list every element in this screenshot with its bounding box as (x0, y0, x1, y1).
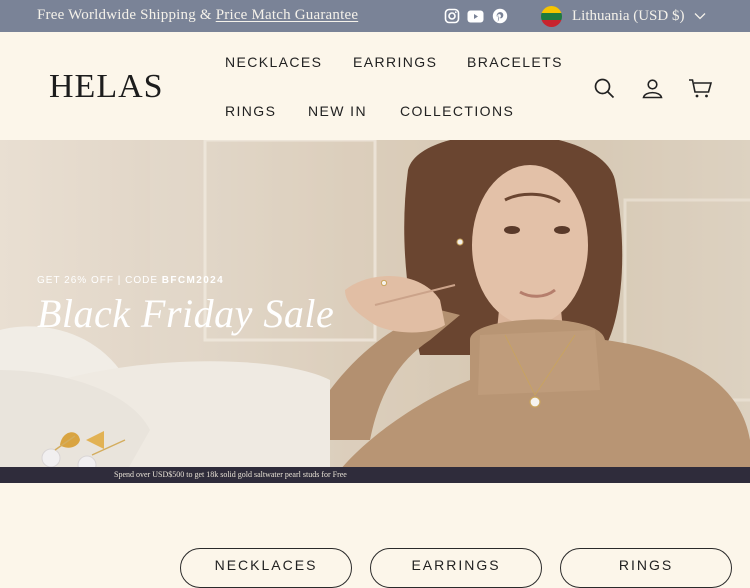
announcement-bar: Free Worldwide Shipping & Price Match Gu… (0, 0, 750, 32)
nav-new-in[interactable]: NEW IN (308, 103, 367, 119)
category-pill-rings[interactable]: RINGS (560, 548, 732, 588)
lithuania-flag (541, 5, 562, 27)
country-selector[interactable]: Lithuania (USD $) (541, 5, 706, 27)
site-header: HELAS NECKLACES EARRINGS BRACELETS RINGS… (0, 32, 750, 140)
nav-necklaces[interactable]: NECKLACES (225, 54, 322, 70)
hero-banner[interactable]: GET 26% OFF | CODE BFCM2024 Black Friday… (0, 140, 750, 483)
youtube-icon[interactable] (466, 7, 484, 25)
nav-bracelets[interactable]: BRACELETS (467, 54, 563, 70)
nav-collections[interactable]: COLLECTIONS (400, 103, 514, 119)
pinterest-icon[interactable] (491, 7, 509, 25)
chevron-down-icon (695, 13, 706, 20)
announcement-promo: Free Worldwide Shipping & (37, 7, 216, 23)
category-pill-earrings[interactable]: EARRINGS (370, 548, 542, 588)
hero-offer-strip: Spend over USD$500 to get 18k solid gold… (0, 467, 750, 483)
category-pill-necklaces[interactable]: NECKLACES (180, 548, 352, 588)
country-label: Lithuania (USD $) (572, 7, 685, 24)
hero-promo-code: GET 26% OFF | CODE BFCM2024 (37, 275, 224, 286)
instagram-icon[interactable] (443, 7, 461, 25)
nav-rings[interactable]: RINGS (225, 103, 276, 119)
site-logo[interactable]: HELAS (49, 70, 164, 104)
hero-code: BFCM2024 (161, 275, 225, 286)
account-icon[interactable] (640, 76, 664, 100)
nav-earrings[interactable]: EARRINGS (353, 54, 437, 70)
cart-icon[interactable] (688, 76, 712, 100)
price-match-link[interactable]: Price Match Guarantee (216, 7, 358, 23)
search-icon[interactable] (592, 76, 616, 100)
hero-offer-text: Spend over USD$500 to get 18k solid gold… (114, 470, 347, 479)
hero-kicker-text: GET 26% OFF | CODE (37, 275, 162, 286)
announcement-text: Free Worldwide Shipping & Price Match Gu… (37, 7, 358, 24)
hero-title: Black Friday Sale (37, 291, 335, 336)
